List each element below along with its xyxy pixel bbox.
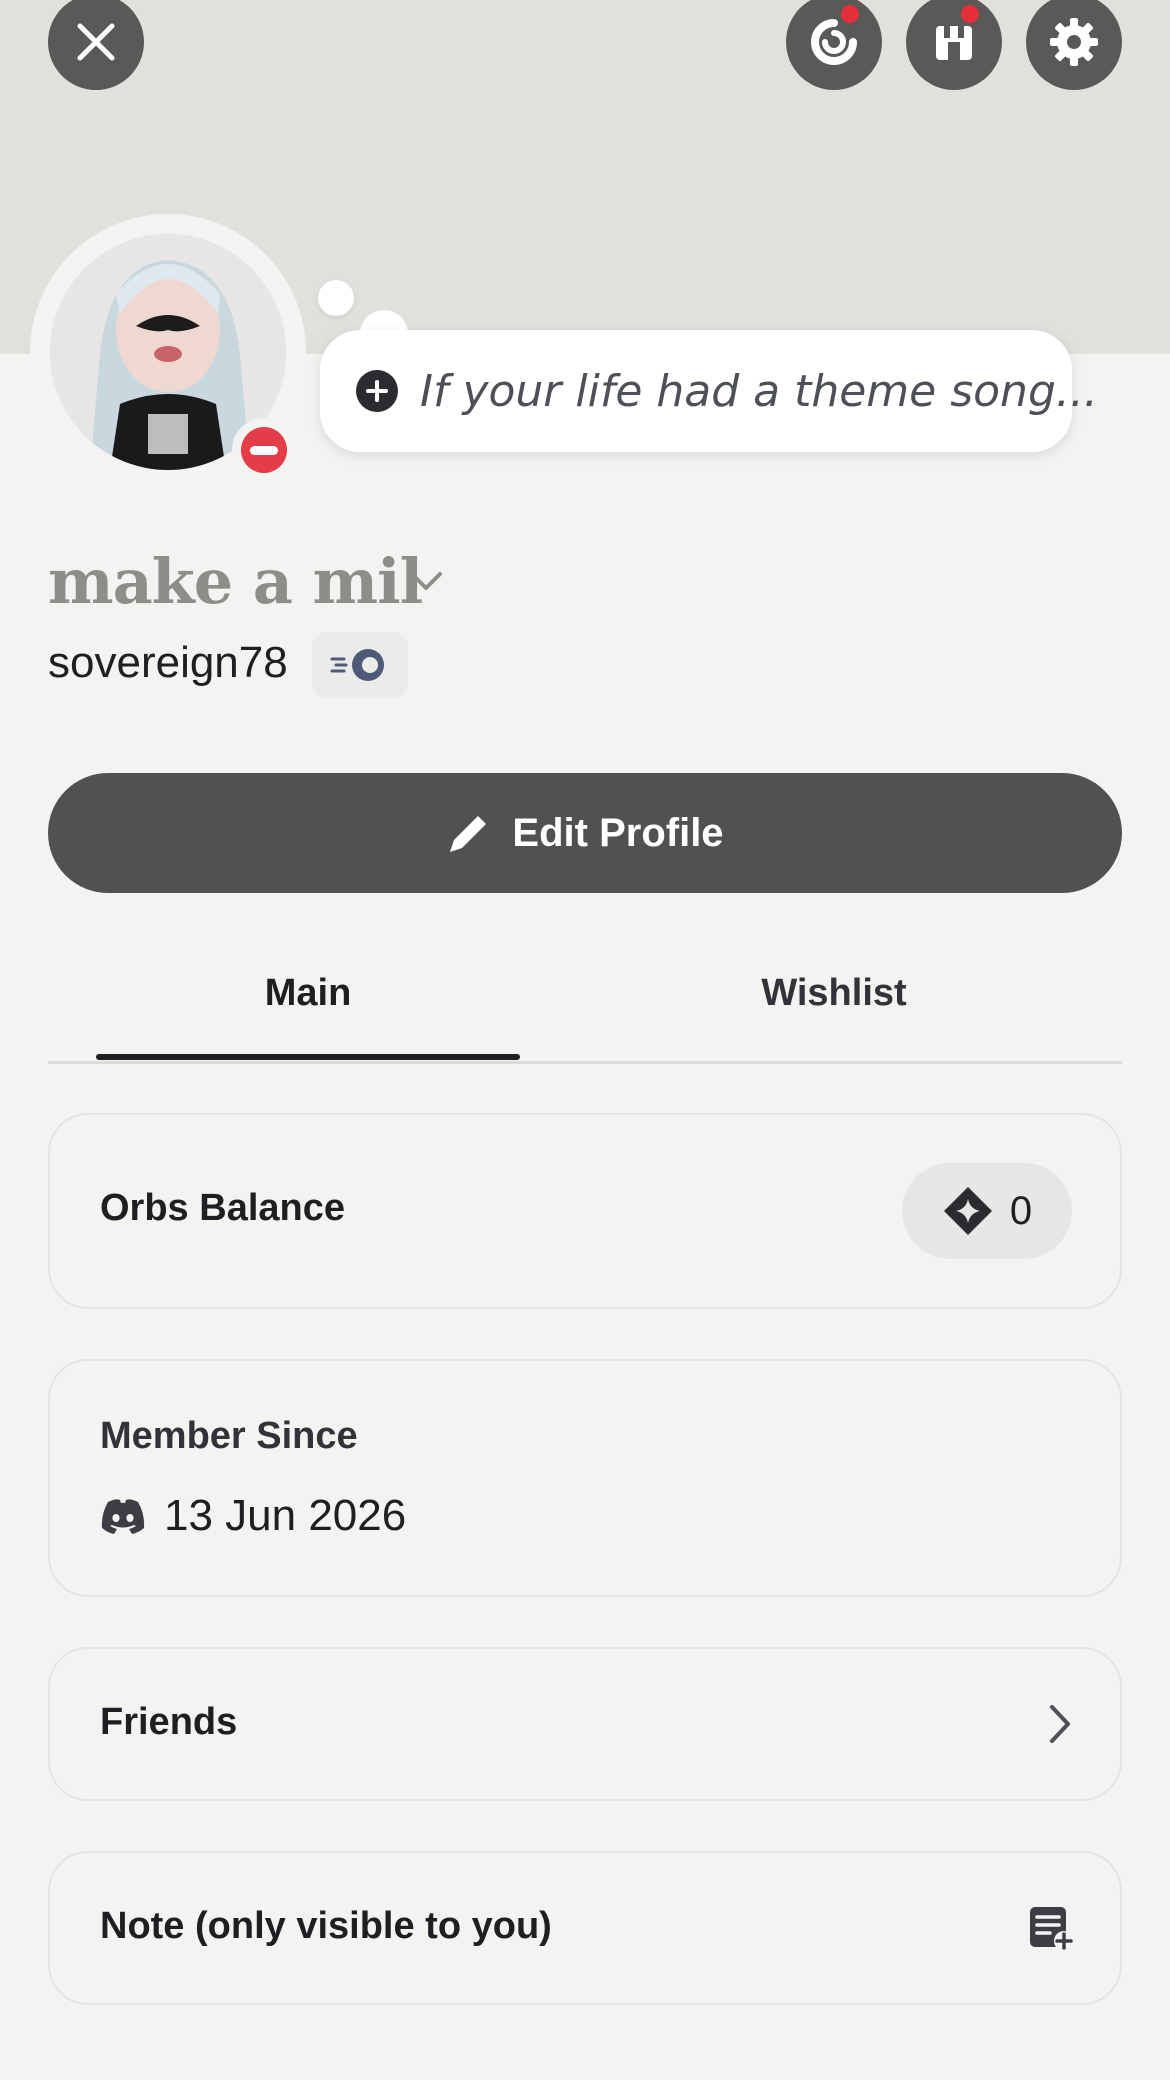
close-icon <box>77 23 115 61</box>
orbs-balance-value: 0 <box>1009 1188 1033 1233</box>
profile-tabs: Main Wishlist <box>48 940 1122 1064</box>
note-card[interactable]: Note (only visible to you) <box>48 1851 1122 2005</box>
username: sovereign78 <box>48 638 288 687</box>
orbs-balance-card[interactable]: Orbs Balance 0 <box>48 1113 1122 1309</box>
orbs-balance-pill[interactable]: 0 <box>902 1163 1072 1259</box>
friends-label: Friends <box>100 1701 238 1743</box>
chevron-down-icon[interactable] <box>408 570 444 594</box>
active-tab-indicator <box>96 1054 520 1060</box>
chevron-right-icon <box>1050 1705 1070 1743</box>
edit-profile-button[interactable]: Edit Profile <box>48 773 1122 893</box>
add-note-icon[interactable] <box>1028 1905 1074 1951</box>
quests-notification-dot <box>838 2 862 26</box>
gear-icon <box>1050 18 1098 66</box>
discord-logo-icon <box>101 1499 145 1534</box>
tab-divider <box>48 1061 1122 1064</box>
orbs-balance-label: Orbs Balance <box>100 1187 345 1229</box>
status-indicator <box>232 418 296 482</box>
nitro-badge[interactable] <box>312 632 408 698</box>
member-since-date: 13 Jun 2026 <box>164 1491 407 1540</box>
shop-notification-dot <box>958 2 982 26</box>
member-since-row: 13 Jun 2026 <box>100 1491 406 1541</box>
member-since-card: Member Since 13 Jun 2026 <box>48 1359 1122 1597</box>
custom-status-bubble[interactable]: If your life had a theme song... <box>320 330 1098 452</box>
add-icon <box>356 370 398 412</box>
custom-status-placeholder: If your life had a theme song... <box>420 365 1098 417</box>
pencil-icon <box>450 812 490 852</box>
friends-card[interactable]: Friends <box>48 1647 1122 1801</box>
note-label: Note (only visible to you) <box>100 1905 552 1947</box>
thought-bubble-dot <box>318 280 354 316</box>
nitro-icon <box>330 649 384 681</box>
edit-profile-label: Edit Profile <box>512 810 724 855</box>
orb-icon <box>943 1187 992 1235</box>
tab-wishlist[interactable]: Wishlist <box>622 940 1046 1046</box>
do-not-disturb-icon <box>241 427 287 473</box>
member-since-label: Member Since <box>100 1415 358 1457</box>
tab-main[interactable]: Main <box>96 940 520 1046</box>
display-name: make a mil <box>48 545 423 618</box>
